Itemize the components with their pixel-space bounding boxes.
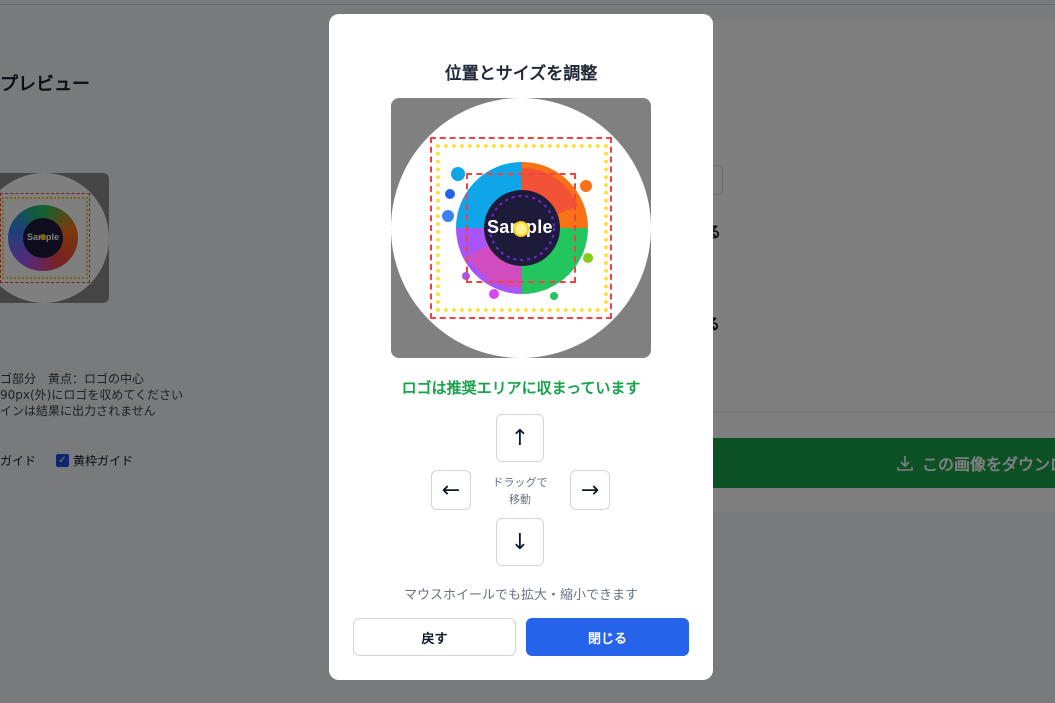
adjust-modal: 位置とサイズを調整 Sample ロゴは推奨エリアに収まっていま: [329, 14, 713, 680]
drag-hint-line: 移動: [509, 493, 531, 506]
wheel-zoom-hint: マウスホイールでも拡大・縮小できます: [403, 588, 638, 603]
drag-hint-line: ドラッグで: [492, 476, 548, 489]
center-point-marker: [513, 221, 529, 237]
move-right-button[interactable]: →: [570, 470, 610, 510]
move-left-button[interactable]: ←: [431, 470, 471, 510]
close-button[interactable]: 閉じる: [526, 618, 689, 656]
placement-status: ロゴは推奨エリアに収まっています: [401, 379, 641, 397]
reset-button[interactable]: 戻す: [353, 618, 516, 656]
modal-title: 位置とサイズを調整: [444, 64, 598, 84]
move-down-button[interactable]: ↓: [496, 518, 544, 566]
move-up-button[interactable]: ↑: [496, 414, 544, 462]
drag-hint: ドラッグで 移動: [479, 474, 561, 508]
logo-editor-canvas[interactable]: Sample: [391, 98, 651, 358]
